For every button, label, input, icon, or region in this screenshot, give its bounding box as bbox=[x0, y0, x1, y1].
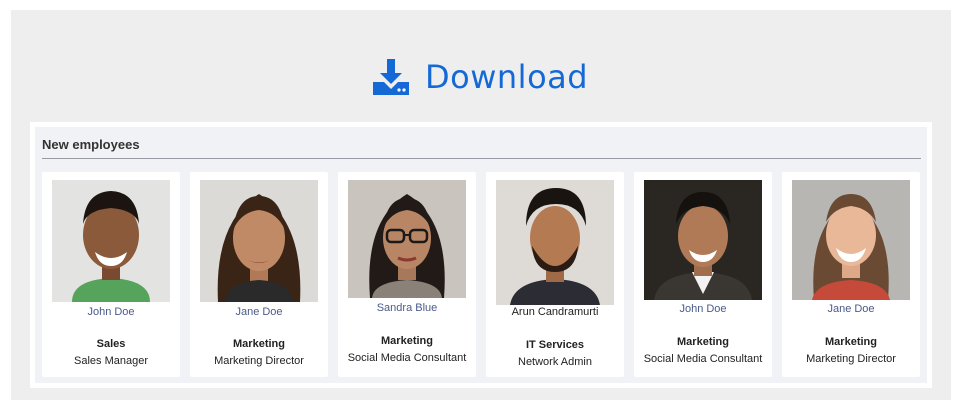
employee-department: Marketing bbox=[233, 338, 285, 350]
employee-photo bbox=[52, 180, 170, 302]
employee-name: Jane Doe bbox=[235, 306, 283, 318]
download-icon bbox=[373, 59, 409, 95]
employee-name: John Doe bbox=[87, 306, 135, 318]
employee-department: Sales bbox=[96, 338, 126, 350]
employee-role: Network Admin bbox=[518, 356, 592, 368]
employee-card[interactable]: Jane Doe Marketing Marketing Director bbox=[190, 172, 328, 377]
employee-photo bbox=[348, 180, 466, 298]
employee-name: John Doe bbox=[679, 303, 727, 315]
employee-card[interactable]: Jane Doe Marketing Marketing Director bbox=[782, 172, 920, 377]
employee-photo bbox=[644, 180, 762, 300]
employee-card[interactable]: John Doe Marketing Social Media Consulta… bbox=[634, 172, 772, 377]
employee-role: Sales Manager bbox=[74, 355, 148, 367]
employee-card[interactable]: Sandra Blue Marketing Social Media Consu… bbox=[338, 172, 476, 377]
employee-role: Social Media Consultant bbox=[347, 352, 467, 364]
employee-name: Arun Candramurti bbox=[511, 306, 599, 318]
employee-department: Marketing bbox=[677, 336, 729, 348]
employee-name: Sandra Blue bbox=[376, 302, 438, 314]
new-employees-panel: New employees John Doe Sales Sales Manag… bbox=[30, 122, 932, 388]
employee-card[interactable]: Arun Candramurti IT Services Network Adm… bbox=[486, 172, 624, 377]
employee-role: Marketing Director bbox=[806, 353, 896, 365]
employee-photo bbox=[496, 180, 614, 305]
panel-title: New employees bbox=[42, 137, 140, 152]
employee-photo bbox=[200, 180, 318, 302]
employee-department: Marketing bbox=[825, 336, 877, 348]
employee-department: Marketing bbox=[381, 335, 433, 347]
employee-card[interactable]: John Doe Sales Sales Manager bbox=[42, 172, 180, 377]
employee-photo bbox=[792, 180, 910, 300]
divider bbox=[42, 158, 921, 159]
employee-department: IT Services bbox=[525, 339, 585, 351]
download-label: Download bbox=[425, 58, 589, 96]
employee-role: Marketing Director bbox=[214, 355, 304, 367]
employee-name: Jane Doe bbox=[827, 303, 875, 315]
download-link[interactable]: Download bbox=[371, 50, 588, 104]
employee-role: Social Media Consultant bbox=[643, 353, 763, 365]
